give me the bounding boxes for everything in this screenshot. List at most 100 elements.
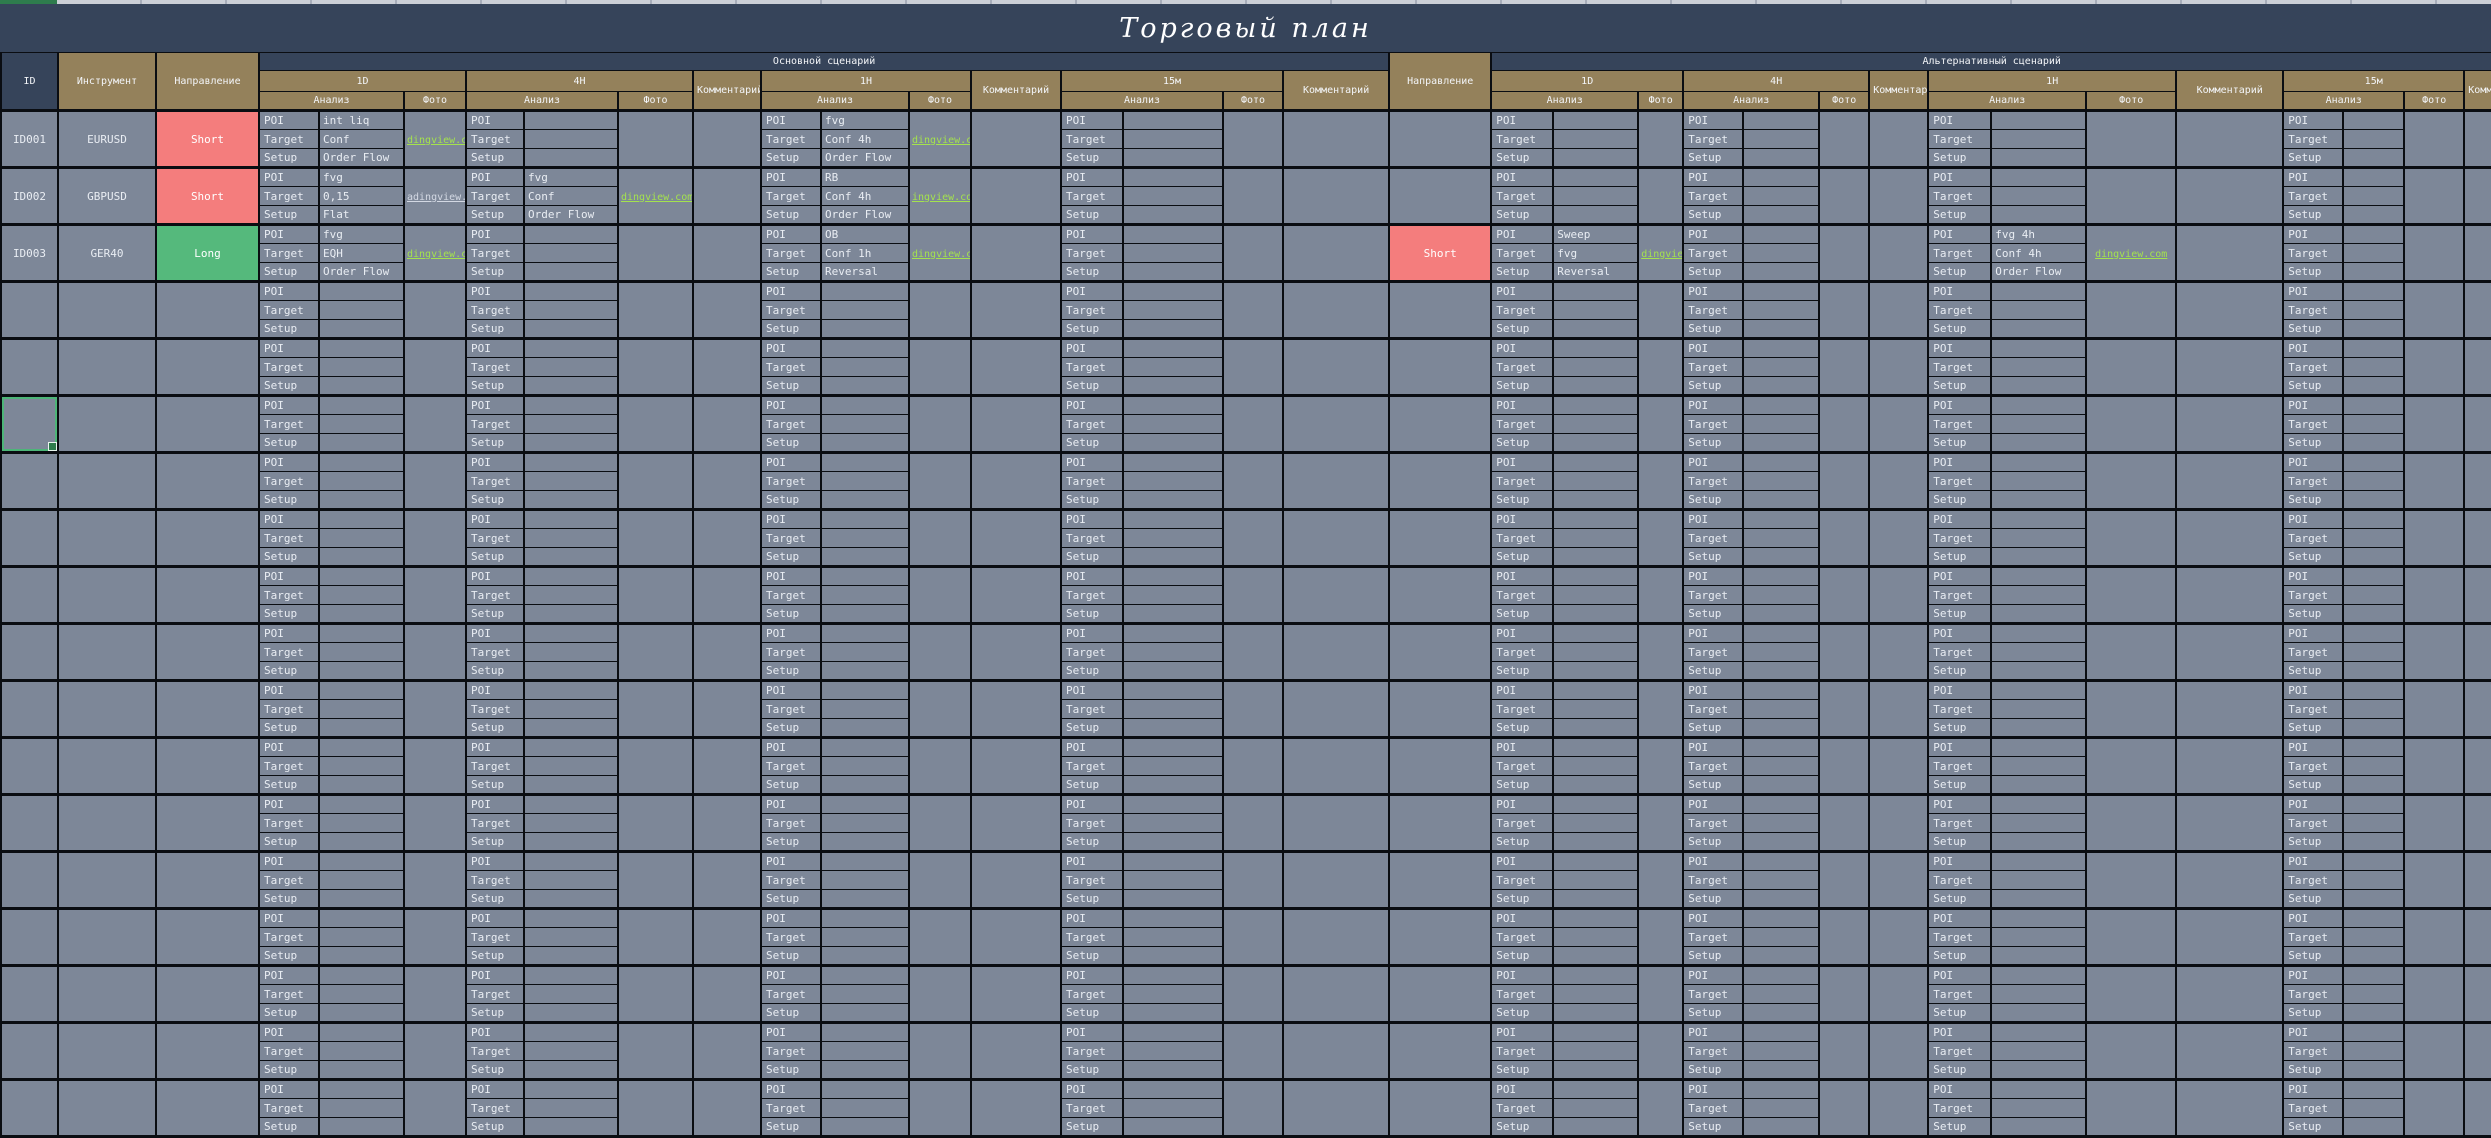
photo-cell[interactable] [909,795,971,852]
analysis-value[interactable] [2343,548,2404,567]
analysis-value[interactable] [1991,1042,2086,1061]
analysis-row-label[interactable]: Setup [2283,719,2343,738]
analysis-value[interactable] [1991,1099,2086,1118]
analysis-value[interactable] [524,529,618,548]
analysis-value[interactable] [524,852,618,871]
comment-cell[interactable] [2176,453,2283,510]
photo-cell[interactable] [2404,111,2464,168]
analysis-row-label[interactable]: POI [1683,168,1743,187]
analysis-row-label[interactable]: POI [1491,567,1553,586]
analysis-value[interactable] [319,320,404,339]
photo-cell[interactable] [2086,339,2176,396]
analysis-value[interactable] [1991,377,2086,396]
analysis-row-label[interactable]: Setup [1491,434,1553,453]
analysis-value[interactable] [524,567,618,586]
analysis-row-label[interactable]: Setup [761,434,821,453]
analysis-row-label[interactable]: Setup [1683,263,1743,282]
photo-cell[interactable] [404,567,466,624]
analysis-value[interactable] [524,149,618,168]
analysis-row-label[interactable]: Target [259,187,319,206]
analysis-value[interactable] [524,700,618,719]
photo-cell[interactable] [909,453,971,510]
analysis-value[interactable] [2343,168,2404,187]
analysis-row-label[interactable]: POI [1061,681,1123,700]
analysis-row-label[interactable]: POI [2283,681,2343,700]
comment-cell[interactable] [2464,225,2491,282]
alt-direction-cell[interactable] [1389,966,1491,1023]
analysis-row-label[interactable]: POI [466,909,524,928]
comment-cell[interactable] [971,282,1061,339]
photo-cell[interactable] [618,567,693,624]
analysis-row-label[interactable]: Target [1491,187,1553,206]
instrument-cell[interactable]: EURUSD [58,111,156,168]
photo-link[interactable]: dingview.com [2095,249,2167,260]
comment-cell[interactable] [2176,966,2283,1023]
analysis-value[interactable]: Conf [319,130,404,149]
analysis-row-label[interactable]: Target [2283,643,2343,662]
photo-link[interactable]: ingview.com [912,192,971,203]
analysis-row-label[interactable]: Target [1928,586,1991,605]
analysis-value[interactable] [2343,738,2404,757]
analysis-value[interactable] [2343,529,2404,548]
instrument-cell[interactable] [58,396,156,453]
analysis-row-label[interactable]: POI [2283,1023,2343,1042]
analysis-row-label[interactable]: Target [466,301,524,320]
analysis-value[interactable] [1991,548,2086,567]
comment-cell[interactable] [693,795,761,852]
analysis-row-label[interactable]: Setup [1928,548,1991,567]
analysis-value[interactable] [2343,662,2404,681]
analysis-row-label[interactable]: POI [1928,168,1991,187]
analysis-row-label[interactable]: Target [761,928,821,947]
analysis-row-label[interactable]: Setup [259,491,319,510]
analysis-row-label[interactable]: POI [259,111,319,130]
analysis-value[interactable] [1991,130,2086,149]
analysis-value[interactable] [1123,263,1223,282]
photo-cell[interactable] [909,681,971,738]
analysis-value[interactable] [1991,206,2086,225]
analysis-value[interactable] [319,377,404,396]
analysis-row-label[interactable]: Target [1928,415,1991,434]
analysis-row-label[interactable]: POI [1061,909,1123,928]
analysis-row-label[interactable]: Target [259,586,319,605]
analysis-row-label[interactable]: Target [1061,586,1123,605]
analysis-value[interactable] [319,1080,404,1099]
photo-cell[interactable] [2086,1080,2176,1137]
analysis-value[interactable] [1743,852,1819,871]
analysis-value[interactable] [1553,776,1638,795]
analysis-row-label[interactable]: Target [466,358,524,377]
analysis-value[interactable] [524,339,618,358]
analysis-row-label[interactable]: POI [1928,852,1991,871]
direction-cell[interactable] [156,453,259,510]
analysis-value[interactable] [1991,320,2086,339]
analysis-row-label[interactable]: Target [2283,415,2343,434]
comment-cell[interactable] [2464,396,2491,453]
analysis-row-label[interactable]: Target [1683,415,1743,434]
analysis-value[interactable] [1991,415,2086,434]
analysis-value[interactable] [524,795,618,814]
photo-cell[interactable] [618,966,693,1023]
analysis-value[interactable] [1991,966,2086,985]
analysis-value[interactable] [319,1023,404,1042]
comment-cell[interactable] [693,852,761,909]
comment-cell[interactable] [971,909,1061,966]
photo-cell[interactable] [909,282,971,339]
analysis-row-label[interactable]: Target [1061,1042,1123,1061]
id-cell[interactable] [1,909,58,966]
analysis-value[interactable] [1553,187,1638,206]
photo-cell[interactable] [1819,453,1869,510]
analysis-row-label[interactable]: Setup [466,890,524,909]
analysis-value[interactable] [1743,1080,1819,1099]
analysis-value[interactable] [2343,871,2404,890]
analysis-row-label[interactable]: Target [259,928,319,947]
analysis-value[interactable] [2343,415,2404,434]
analysis-value[interactable] [1553,111,1638,130]
photo-cell[interactable]: ingview.com [909,168,971,225]
analysis-value[interactable] [319,396,404,415]
analysis-row-label[interactable]: Target [1061,472,1123,491]
analysis-value[interactable] [2343,605,2404,624]
analysis-value[interactable] [1553,909,1638,928]
analysis-value[interactable] [1743,358,1819,377]
analysis-value[interactable] [524,510,618,529]
comment-cell[interactable] [1283,567,1389,624]
analysis-row-label[interactable]: POI [2283,909,2343,928]
